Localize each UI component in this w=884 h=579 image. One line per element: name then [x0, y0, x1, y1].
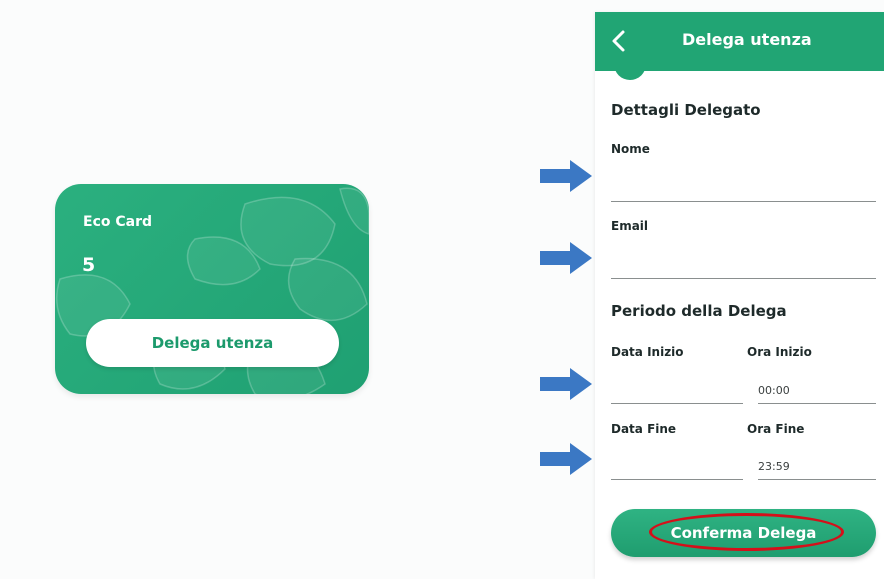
email-input[interactable] [611, 252, 876, 279]
arrow-right-icon [540, 242, 592, 274]
app-header: Delega utenza [595, 12, 884, 71]
delega-utenza-button[interactable]: Delega utenza [86, 319, 339, 367]
email-label: Email [611, 219, 649, 233]
nome-input[interactable] [611, 175, 876, 202]
ora-inizio-input[interactable] [758, 377, 876, 404]
conferma-delega-button[interactable]: Conferma Delega [611, 509, 876, 557]
card-count: 5 [82, 254, 96, 276]
ora-inizio-label: Ora Inizio [747, 345, 812, 359]
card-title: Eco Card [83, 214, 153, 230]
section-title-periodo: Periodo della Delega [611, 302, 787, 320]
eco-card: Eco Card 5 Delega utenza [55, 184, 369, 394]
data-fine-label: Data Fine [611, 422, 677, 436]
ora-fine-input[interactable] [758, 453, 876, 480]
data-fine-input[interactable] [611, 453, 743, 480]
section-title-delegato: Dettagli Delegato [611, 101, 761, 119]
arrow-right-icon [540, 368, 592, 400]
ora-fine-label: Ora Fine [747, 422, 805, 436]
nome-label: Nome [611, 142, 650, 156]
arrow-right-icon [540, 160, 592, 192]
conferma-delega-label: Conferma Delega [670, 524, 817, 542]
data-inizio-input[interactable] [611, 377, 743, 404]
chevron-left-icon[interactable] [609, 28, 629, 54]
delega-panel: Delega utenza Dettagli Delegato Nome Ema… [595, 12, 884, 579]
arrow-right-icon [540, 443, 592, 475]
data-inizio-label: Data Inizio [611, 345, 684, 359]
page-title: Delega utenza [682, 30, 812, 49]
